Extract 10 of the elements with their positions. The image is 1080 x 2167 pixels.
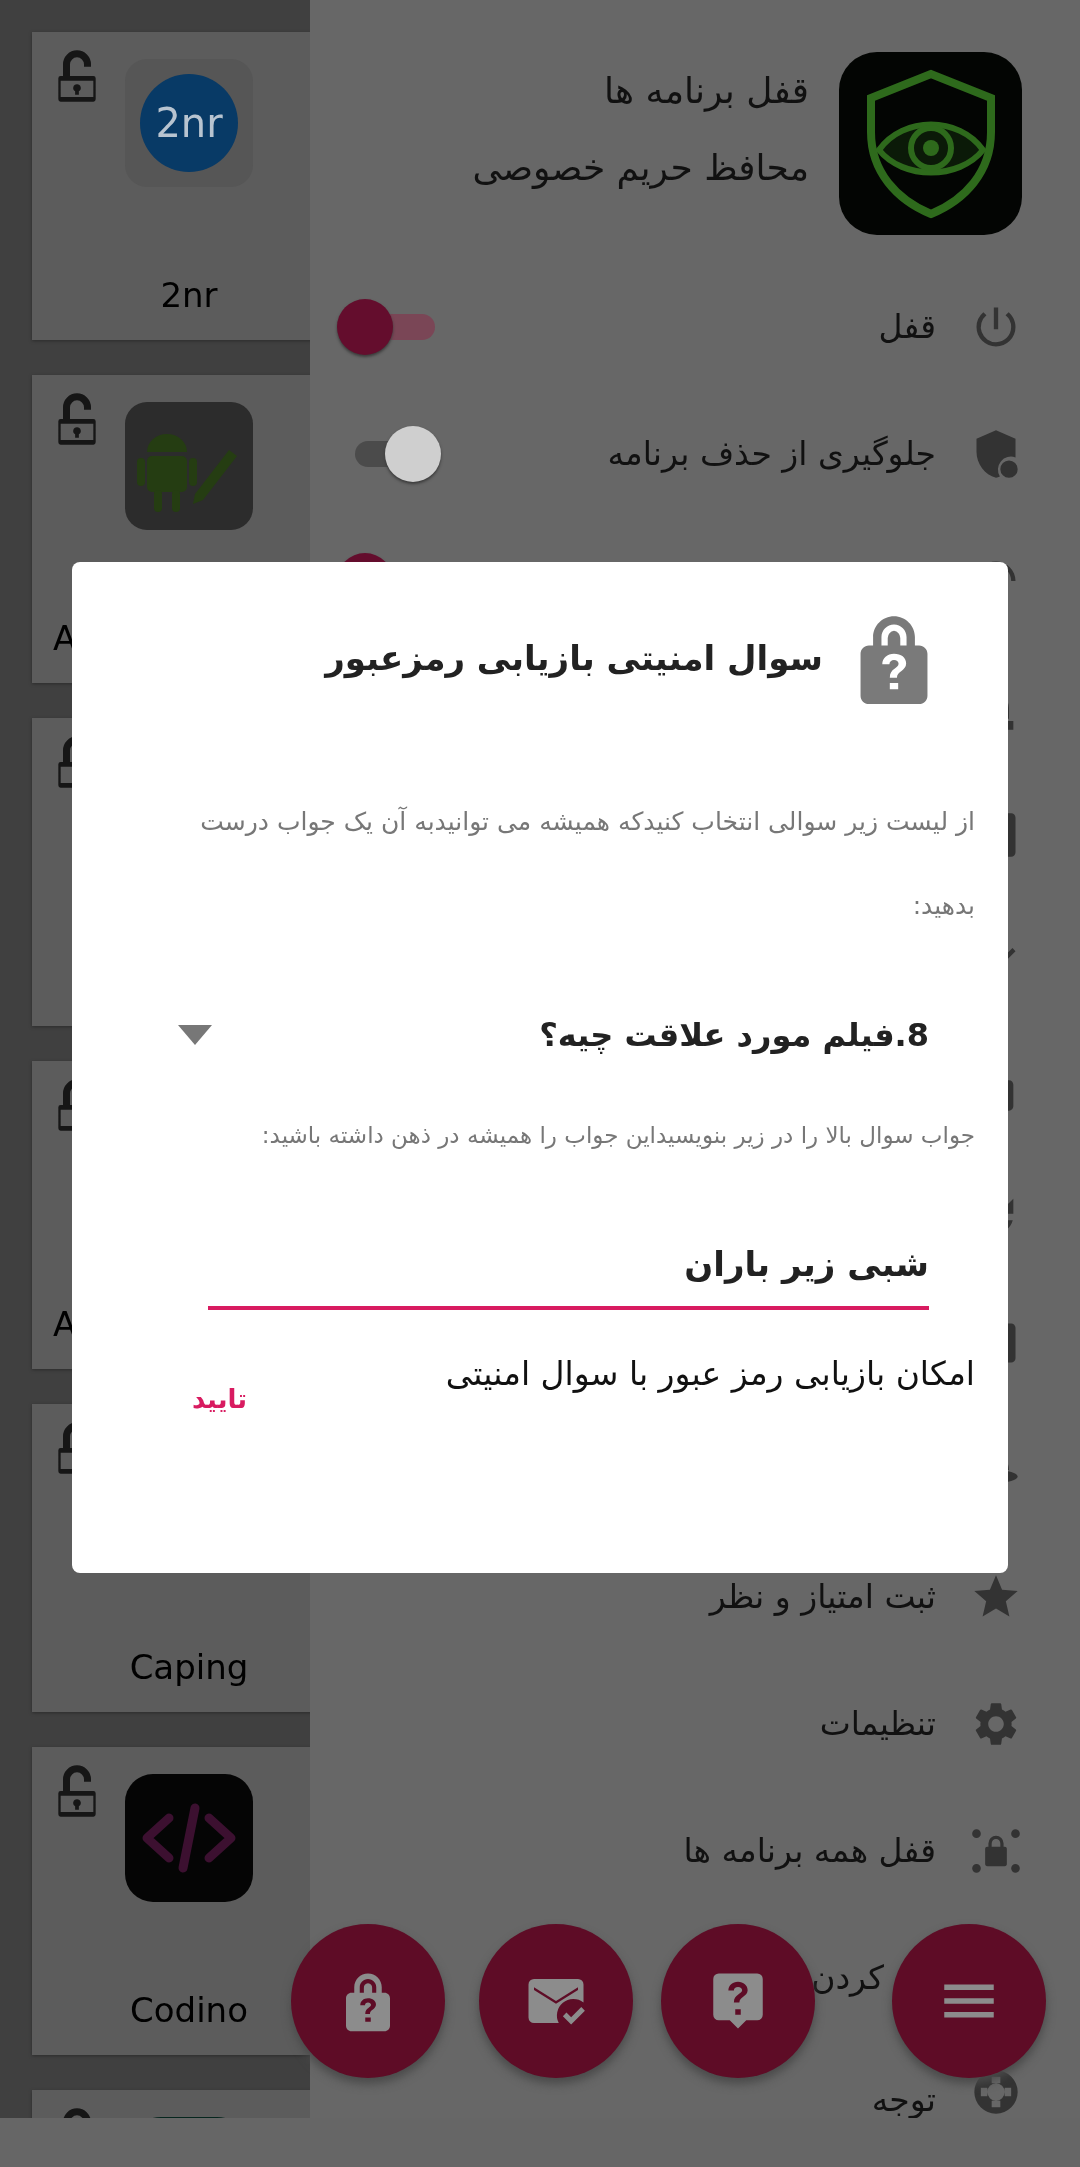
app-name: Caping	[129, 1647, 249, 1687]
hint-text: جواب سوال بالا را در زیر بنویسیداین جواب را همیشه در ذهن داشته باشید:	[260, 1121, 975, 1151]
option-label: امکان بازیابی رمز عبور با سوال امنیتی	[445, 1353, 975, 1395]
dialog-title: سوال امنیتی بازیابی رمزعبور	[325, 638, 823, 678]
app-logo-icon: 2nr	[125, 59, 253, 187]
app-title: قفل برنامه ها	[603, 69, 809, 111]
app-name: 2nr	[160, 275, 218, 315]
app-subtitle: محافظ حریم خصوصی	[472, 146, 809, 188]
instruction-text: از لیست زیر سوالی انتخاب کنیدکه همیشه می توانیدبه آن یک جواب درست بدهید:	[199, 805, 975, 922]
app-name: Codino	[130, 1990, 248, 2030]
